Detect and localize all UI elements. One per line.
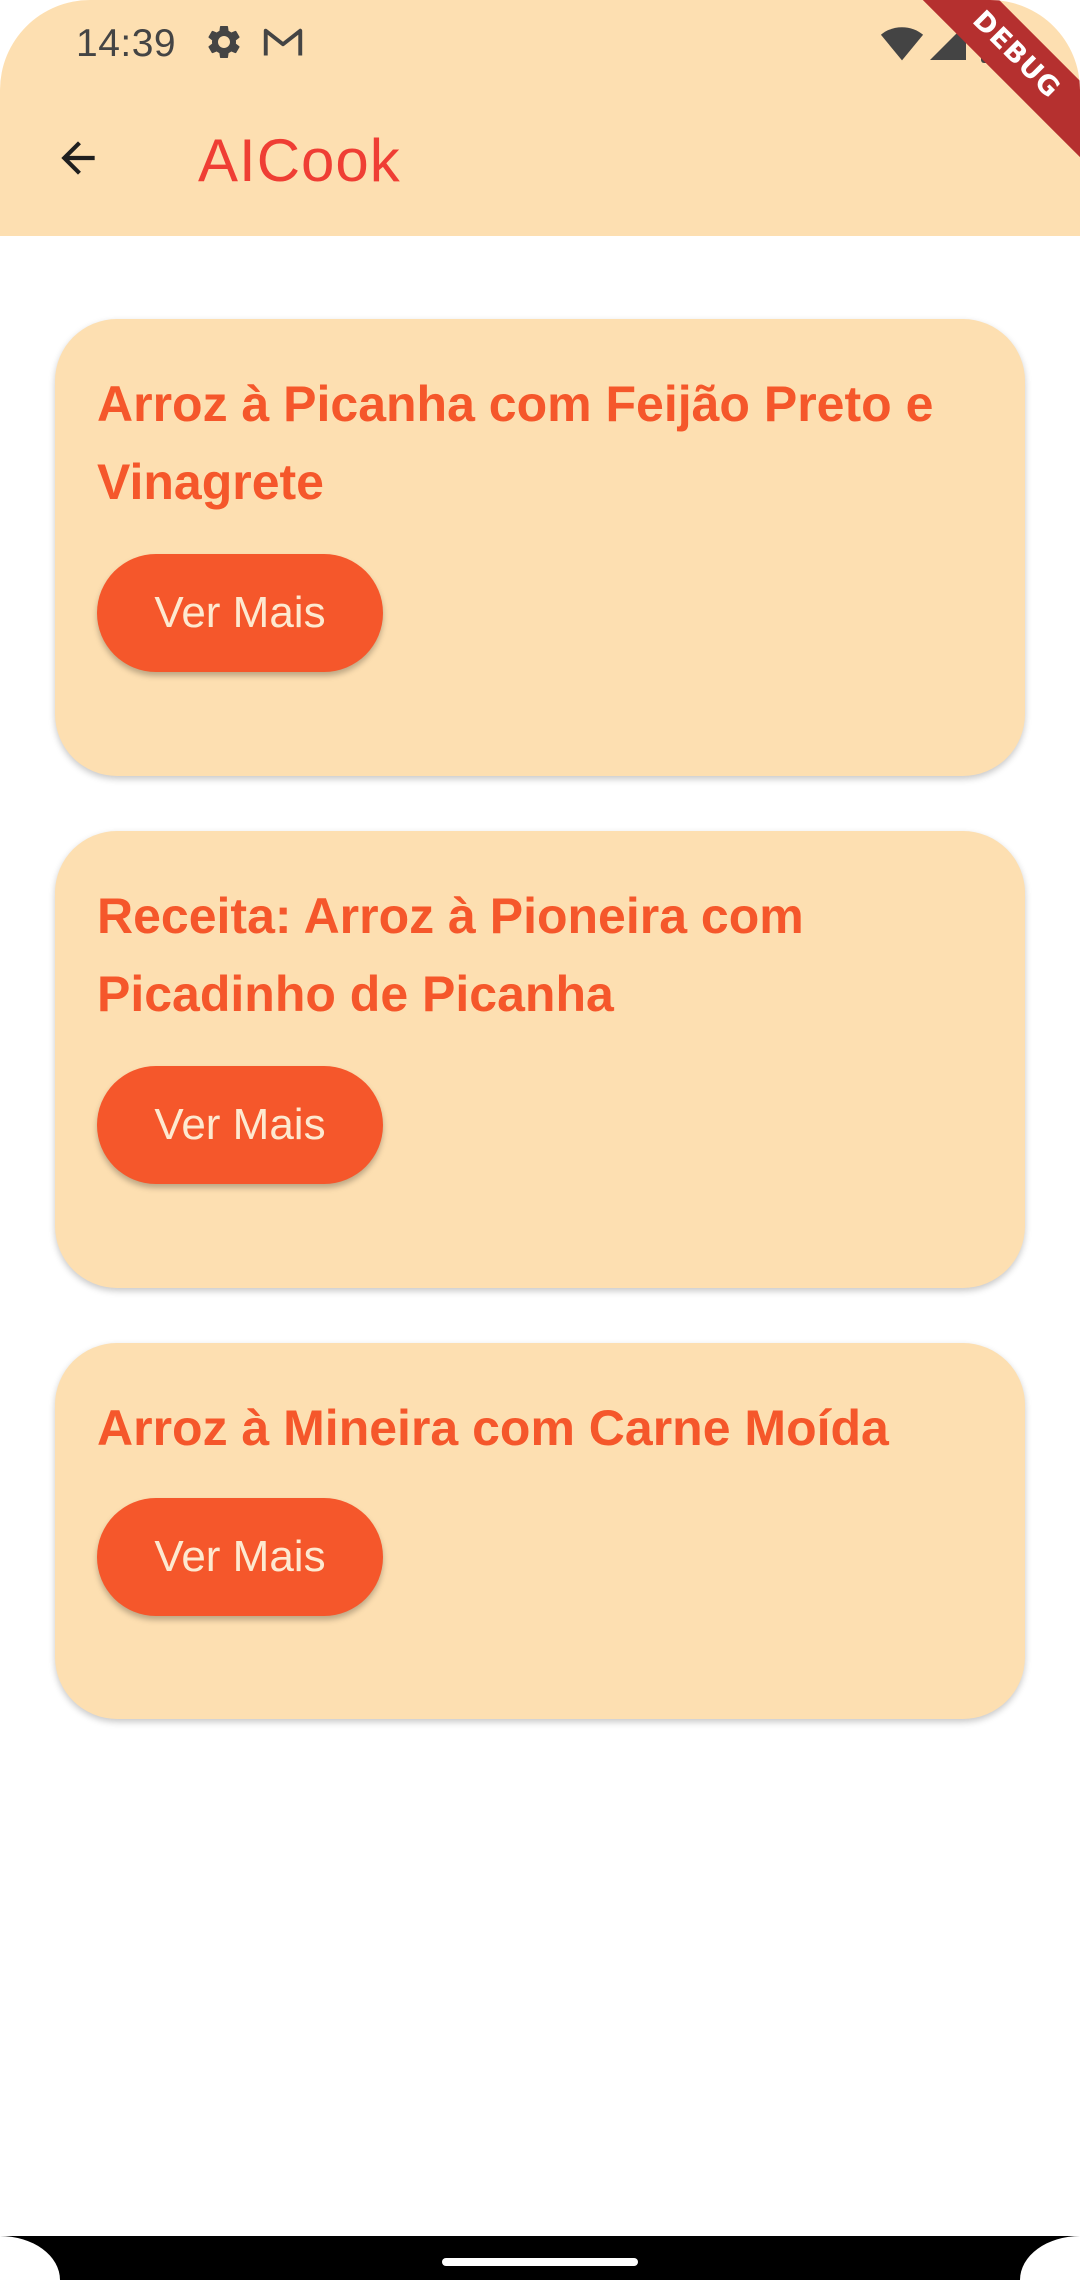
ver-mais-button[interactable]: Ver Mais	[97, 554, 383, 672]
app-bar: 14:39 DEBUG AICook	[0, 0, 1080, 236]
wifi-icon	[880, 24, 924, 67]
back-button[interactable]	[40, 128, 116, 192]
app-screen: 14:39 DEBUG AICook Arroz à Picanha com F…	[0, 0, 1080, 2280]
recipe-title: Arroz à Mineira com Carne Moída	[97, 1400, 889, 1456]
recipe-card: Receita: Arroz à Pioneira com Picadinho …	[55, 831, 1025, 1288]
navigation-bar	[0, 2236, 1080, 2280]
ver-mais-button[interactable]: Ver Mais	[97, 1498, 383, 1616]
recipe-card: Arroz à Picanha com Feijão Preto e Vinag…	[55, 319, 1025, 776]
gmail-icon	[262, 24, 304, 65]
arrow-back-icon	[53, 133, 103, 188]
recipe-card: Arroz à Mineira com Carne Moída Ver Mais	[55, 1343, 1025, 1719]
settings-icon	[204, 22, 244, 67]
recipe-title: Arroz à Picanha com Feijão Preto e Vinag…	[97, 376, 934, 510]
app-title: AICook	[198, 127, 401, 194]
status-time: 14:39	[76, 22, 177, 65]
home-gesture-handle[interactable]	[442, 2258, 638, 2266]
ver-mais-button[interactable]: Ver Mais	[97, 1066, 383, 1184]
recipe-title: Receita: Arroz à Pioneira com Picadinho …	[97, 888, 804, 1022]
